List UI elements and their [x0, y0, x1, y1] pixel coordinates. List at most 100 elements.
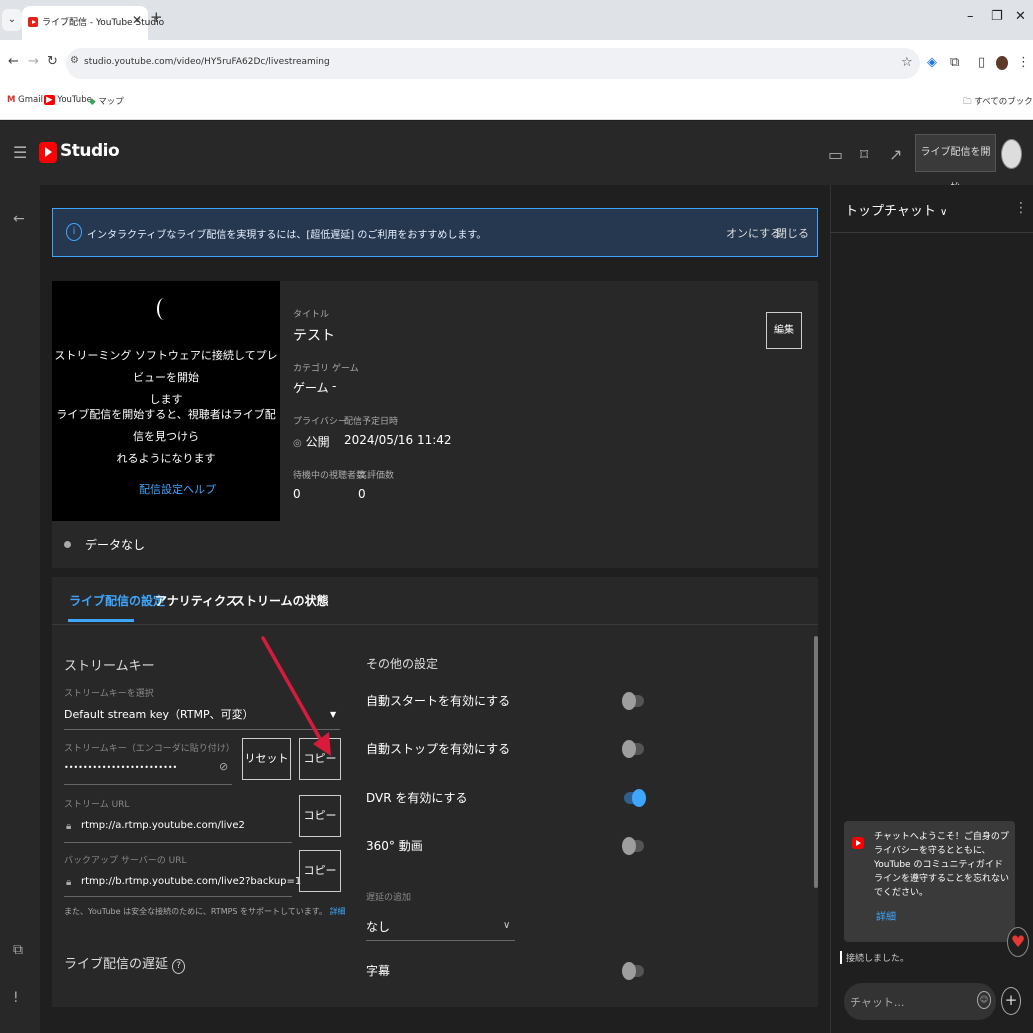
studio-header	[0, 121, 1033, 185]
chat-welcome-text: チャットへようこそ！ご自身のプライバシーを守るとともに、YouTube のコミュ…	[874, 832, 1010, 898]
minimize-button[interactable]: –	[967, 9, 974, 24]
sidepanel-icon[interactable]: ▯	[978, 55, 985, 70]
profile-icon[interactable]	[996, 56, 1008, 70]
browser-tab[interactable]: ライブ配信 - YouTube Studio ✕	[22, 6, 164, 40]
auto-stop-toggle[interactable]	[622, 740, 644, 758]
waiting-viewers-value: 0	[293, 487, 301, 501]
stream-key-label: ストリームキー（エンコーダに貼り付け）	[64, 744, 235, 754]
latency-title: ライブ配信の遅延 ?	[64, 953, 186, 974]
settings-scrollbar[interactable]	[814, 636, 818, 888]
youtube-logo-icon[interactable]	[39, 142, 57, 163]
reload-icon[interactable]: ↻	[47, 54, 58, 69]
external-link-icon[interactable]: ⧉	[13, 942, 23, 958]
chat-connected-status: 接続しました。	[840, 951, 909, 964]
backup-url-field[interactable]: rtmp://b.rtmp.youtube.com/live2?backup=1	[81, 876, 301, 887]
lock-icon-2: 🔒︎	[66, 877, 72, 888]
site-info-icon[interactable]: ⚙	[70, 55, 79, 66]
bookmarks-bar	[0, 84, 1033, 120]
chat-menu-icon[interactable]: ⋮	[1014, 200, 1028, 216]
restore-button[interactable]: ❐	[991, 9, 1003, 24]
chevron-down-icon: ∨	[940, 207, 948, 218]
dvr-toggle[interactable]	[624, 789, 646, 807]
chat-input-placeholder[interactable]: チャット...	[850, 994, 904, 1010]
youtube-favicon-icon	[28, 17, 38, 27]
url-underline	[64, 842, 292, 843]
other-settings-title: その他の設定	[366, 657, 439, 671]
add-icon[interactable]: +	[1001, 987, 1021, 1015]
stream-key-title: ストリームキー	[64, 659, 155, 674]
copy-backup-button[interactable]: コピー	[299, 850, 341, 892]
bookmark-gmail[interactable]: M Gmail	[7, 95, 43, 105]
left-rail	[0, 185, 40, 1033]
captions-label: 字幕	[366, 964, 391, 978]
url-text[interactable]: studio.youtube.com/video/HY5ruFA62Dc/liv…	[84, 57, 330, 67]
tab-stream-health[interactable]: ストリームの状態	[233, 592, 329, 609]
copy-url-button[interactable]: コピー	[299, 795, 341, 837]
loading-spinner-icon	[157, 298, 171, 320]
browser-menu-icon[interactable]: ⋮	[1017, 55, 1030, 70]
bookmark-icon[interactable]: ⌑	[860, 145, 868, 164]
delay-select[interactable]: なし	[366, 918, 390, 935]
active-tab-indicator	[68, 619, 134, 622]
stream-settings-help-link[interactable]: 配信設定ヘルプ	[139, 481, 216, 497]
preview-message-2: ライブ配信を開始すると、視聴者はライブ配信を見つけら れるようになります	[56, 408, 276, 465]
close-window-button[interactable]: ✕	[1015, 9, 1026, 24]
chat-details-link[interactable]: 詳細	[876, 908, 896, 923]
tab-analytics[interactable]: アナリティクス	[155, 592, 238, 609]
extensions-icon[interactable]: ⧉	[950, 55, 959, 70]
heart-reaction-icon[interactable]: ♥	[1007, 927, 1029, 957]
stream-key-field[interactable]: ••••••••••••••••••••••••	[64, 763, 177, 772]
tab-search-button[interactable]: ⌄	[2, 9, 22, 31]
youtube-mini-icon	[852, 837, 864, 849]
bookmark-maps[interactable]: ◆ マップ	[89, 95, 124, 107]
delay-underline	[366, 940, 515, 941]
lock-icon: 🔒︎	[66, 821, 72, 832]
annotation-arrow-icon	[261, 636, 331, 756]
bookmark-youtube[interactable]: ▶ YouTube	[44, 95, 92, 105]
forward-icon[interactable]: →	[28, 54, 39, 69]
go-live-button[interactable]: ライブ配信を開始	[915, 134, 996, 194]
chat-mode-select[interactable]: トップチャット ∨	[845, 200, 947, 219]
dvr-label: DVR を有効にする	[366, 791, 468, 805]
backup-url-label: バックアップ サーバーの URL	[64, 856, 187, 866]
banner-turn-on-button[interactable]: オンにする	[726, 225, 781, 241]
bookmark-star-icon[interactable]: ☆	[901, 55, 913, 70]
status-dot-icon	[64, 541, 71, 548]
feedback-icon[interactable]: !	[13, 990, 19, 1006]
category-label: カテゴリ	[293, 364, 330, 374]
back-icon[interactable]: ←	[8, 54, 19, 69]
emoji-icon[interactable]: ☺	[977, 991, 991, 1009]
captions-toggle[interactable]	[622, 962, 644, 980]
translate-icon[interactable]: ◈	[927, 55, 937, 70]
close-tab-icon[interactable]: ✕	[132, 13, 142, 27]
delay-chevron-down-icon[interactable]: ∨	[503, 920, 510, 931]
stream-key-select-label: ストリームキーを選択	[64, 689, 154, 699]
help-icon[interactable]: ?	[172, 959, 186, 974]
new-tab-button[interactable]: +	[150, 8, 163, 26]
banner-close-button[interactable]: 閉じる	[776, 225, 809, 241]
auto-start-label: 自動スタートを有効にする	[366, 694, 511, 708]
rtmps-details-link[interactable]: 詳細	[330, 907, 346, 916]
tab-stream-settings[interactable]: ライブ配信の設定	[69, 592, 165, 609]
all-bookmarks[interactable]: 🗀 すべてのブックマーク	[963, 95, 1033, 110]
stream-url-label: ストリーム URL	[64, 800, 130, 810]
waiting-viewers-label: 待機中の視聴者数	[293, 471, 366, 481]
share-icon[interactable]: ↗	[889, 145, 902, 164]
stream-title: テスト	[293, 328, 335, 344]
rtmps-note: また、YouTube は安全な接続のために、RTMPS をサポートしています。 …	[64, 907, 346, 916]
info-icon: i	[66, 223, 82, 241]
360-video-toggle[interactable]	[622, 837, 644, 855]
delay-label: 遅延の追加	[366, 893, 412, 903]
stream-key-select[interactable]: Default stream key（RTMP、可変）	[64, 706, 254, 722]
avatar[interactable]	[1001, 139, 1022, 169]
visibility-off-icon[interactable]: ⊘	[219, 760, 228, 773]
stream-health-status: データなし	[85, 538, 146, 552]
game-value: -	[332, 379, 337, 393]
clapperboard-icon[interactable]: ▭	[828, 145, 843, 164]
studio-logo-text[interactable]: Studio	[60, 141, 120, 161]
hamburger-menu-icon[interactable]: ☰	[13, 143, 27, 162]
stream-url-field[interactable]: rtmp://a.rtmp.youtube.com/live2	[81, 820, 245, 831]
auto-start-toggle[interactable]	[622, 692, 644, 710]
edit-button[interactable]: 編集	[766, 312, 802, 349]
back-arrow-icon[interactable]: ←	[13, 211, 25, 227]
